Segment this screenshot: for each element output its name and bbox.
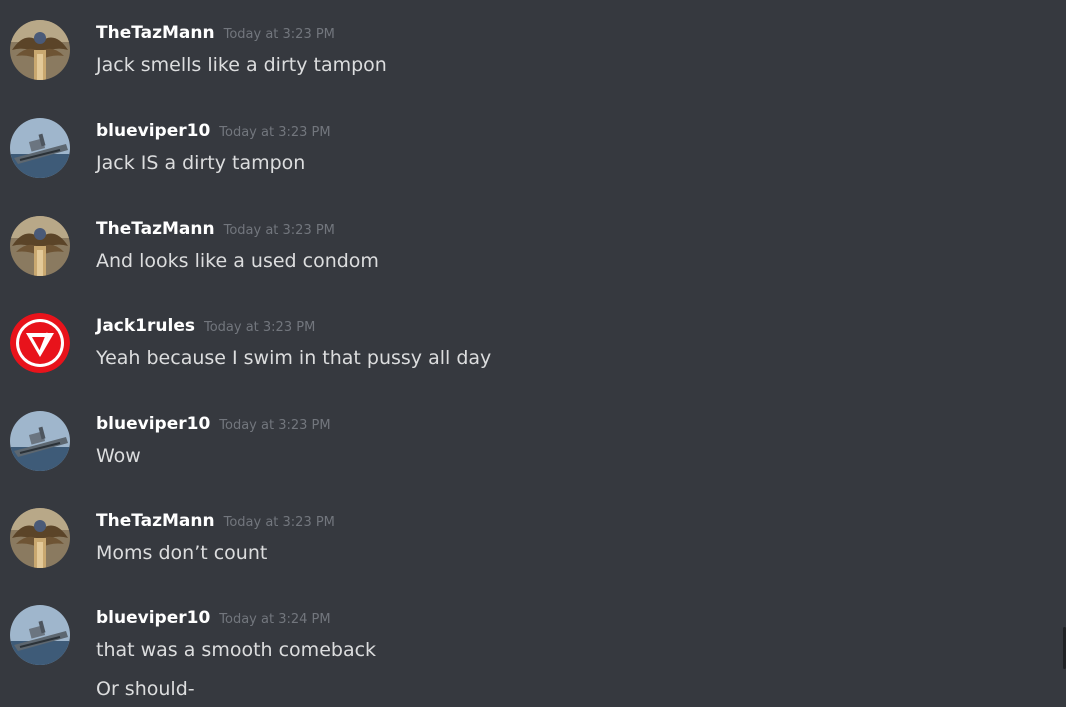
message-text: Moms don’t count [96, 542, 268, 564]
username[interactable]: blueviper10 [96, 121, 210, 141]
message-text: Or should- [96, 678, 195, 700]
message-timestamp: Today at 3:23 PM [219, 125, 331, 140]
eagle-avatar-icon[interactable] [10, 20, 70, 80]
red-v-logo-avatar-icon[interactable] [10, 313, 70, 373]
message-text: that was a smooth comeback [96, 639, 377, 661]
message: TheTazMann Today at 3:23 PM Jack smells l… [0, 20, 1066, 110]
message-timestamp: Today at 3:23 PM [203, 320, 316, 335]
message-text: Jack smells like a dirty tampon [96, 54, 387, 76]
username[interactable]: blueviper10 [96, 414, 210, 434]
message-author[interactable]: TheTazMann Today at 3:23 PM [96, 219, 335, 239]
username[interactable]: TheTazMann [96, 23, 215, 43]
message-timestamp: Today at 3:23 PM [219, 418, 331, 433]
message-text: And looks like a used condom [96, 250, 379, 272]
message-author[interactable]: blueviper10 Today at 3:23 PM [96, 121, 331, 141]
eagle-avatar-icon[interactable] [10, 216, 70, 276]
message: TheTazMann Today at 3:23 PM Moms don’t co… [0, 508, 1066, 598]
message-author[interactable]: Jack1rules Today at 3:23 PM [96, 316, 315, 336]
message: blueviper10 Today at 3:24 PM that was a s… [0, 605, 1066, 707]
battleship-avatar-icon[interactable] [10, 605, 70, 665]
message: blueviper10 Today at 3:23 PM Wow [0, 411, 1066, 501]
message-text: Yeah because I swim in that pussy all da… [96, 347, 492, 369]
message-author[interactable]: TheTazMann Today at 3:23 PM [96, 23, 335, 43]
eagle-avatar-icon[interactable] [10, 508, 70, 568]
username[interactable]: blueviper10 [96, 608, 210, 628]
message-timestamp: Today at 3:23 PM [223, 515, 335, 530]
message-timestamp: Today at 3:24 PM [219, 612, 331, 627]
message-timestamp: Today at 3:23 PM [223, 223, 335, 238]
message: TheTazMann Today at 3:23 PM And looks lik… [0, 216, 1066, 306]
username[interactable]: TheTazMann [96, 511, 215, 531]
message: Jack1rules Today at 3:23 PM Yeah because … [0, 313, 1066, 403]
message-author[interactable]: blueviper10 Today at 3:24 PM [96, 608, 331, 628]
message-author[interactable]: blueviper10 Today at 3:23 PM [96, 414, 331, 434]
message-text: Jack IS a dirty tampon [96, 152, 306, 174]
username[interactable]: TheTazMann [96, 219, 215, 239]
message-timestamp: Today at 3:23 PM [223, 27, 335, 42]
battleship-avatar-icon[interactable] [10, 118, 70, 178]
message: blueviper10 Today at 3:23 PM Jack IS a di… [0, 118, 1066, 208]
username[interactable]: Jack1rules [96, 316, 195, 336]
message-text: Wow [96, 445, 141, 467]
chat-messages: TheTazMann Today at 3:23 PM Jack smells l… [0, 0, 1066, 707]
battleship-avatar-icon[interactable] [10, 411, 70, 471]
message-author[interactable]: TheTazMann Today at 3:23 PM [96, 511, 335, 531]
